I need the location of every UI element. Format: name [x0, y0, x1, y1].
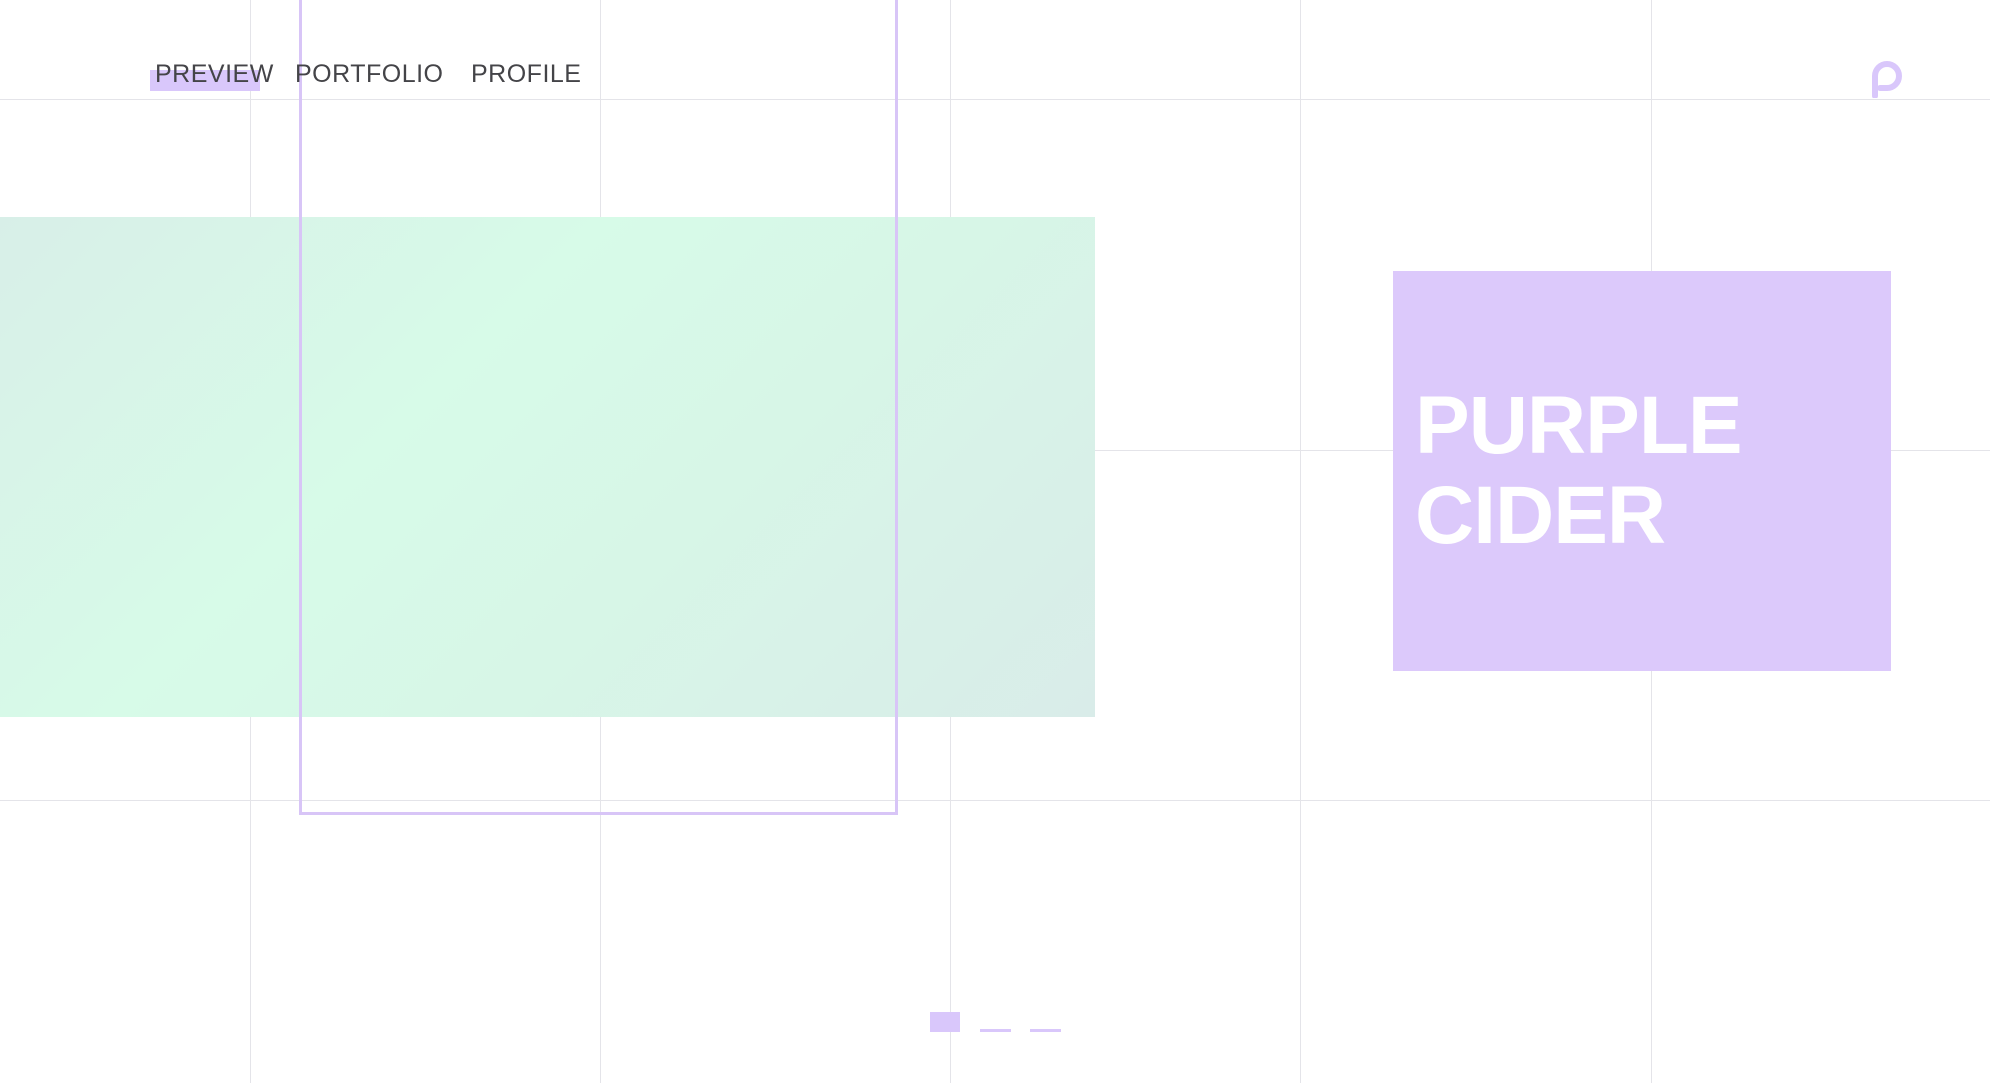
- pager-dot[interactable]: [1030, 1029, 1061, 1032]
- p-letter-logo-icon[interactable]: [1870, 56, 1904, 98]
- title-card: PURPLE CIDER: [1393, 271, 1891, 671]
- pager-dot-active[interactable]: [930, 1012, 960, 1032]
- pager-dot[interactable]: [980, 1029, 1011, 1032]
- nav-item-profile[interactable]: PROFILE: [471, 60, 581, 89]
- hero-title: PURPLE CIDER: [1415, 380, 1743, 561]
- nav-item-preview[interactable]: PREVIEW: [155, 60, 274, 89]
- nav-item-portfolio[interactable]: PORTFOLIO: [295, 60, 444, 89]
- grid-line: [1300, 0, 1301, 1083]
- outline-frame: [299, 0, 898, 815]
